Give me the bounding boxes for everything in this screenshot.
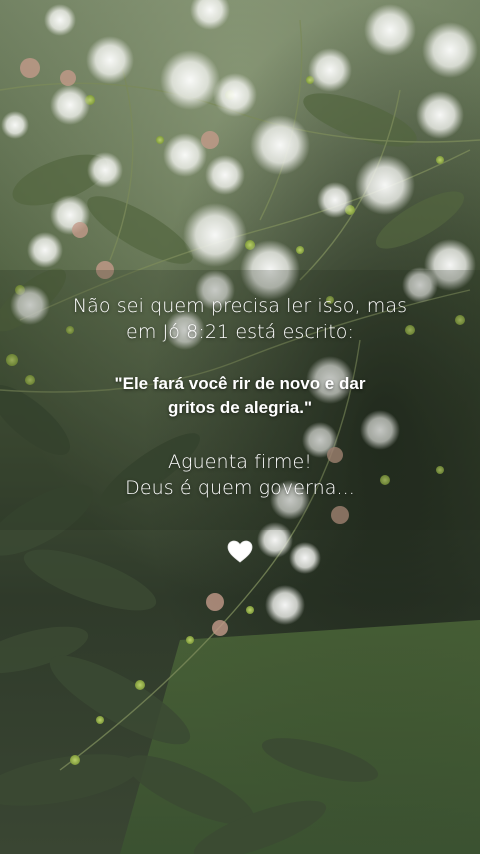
white-heart-icon [0,540,480,568]
bible-quote-line-2: gritos de alegria." [167,398,313,417]
closing-line-2: Deus é quem governa... [125,477,355,499]
story-canvas: Não sei quem precisa ler isso, mas em Jó… [0,0,480,854]
closing-line-1: Aguenta firme! [168,451,312,473]
background-photo [0,0,480,854]
bible-quote-line-1: "Ele fará você rir de novo e dar [114,374,366,393]
intro-line-2: em Jó 8:21 está escrito: [126,321,354,343]
intro-line-1: Não sei quem precisa ler isso, mas [72,295,408,317]
